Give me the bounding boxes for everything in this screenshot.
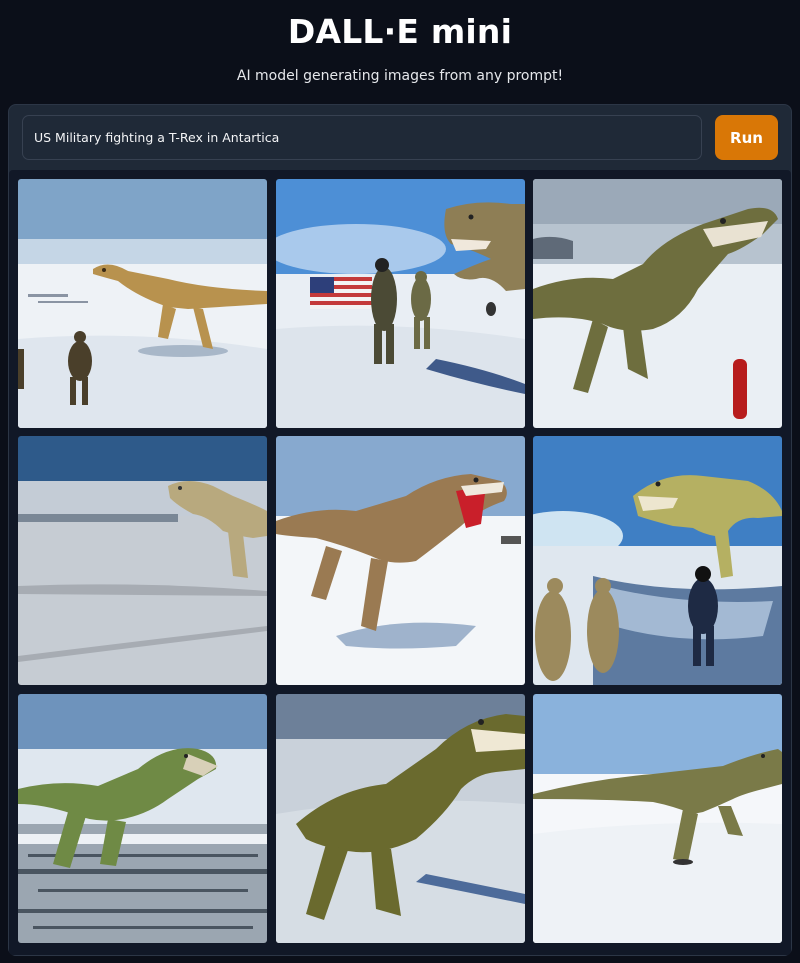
app-title: DALL·E mini [287,12,513,51]
app-subtitle: AI model generating images from any prom… [236,68,564,84]
generated-image-4[interactable] [18,436,267,685]
prompt-input[interactable] [22,115,702,160]
generated-image-2[interactable] [276,179,525,428]
generated-image-7[interactable] [18,694,267,943]
generated-image-5[interactable] [276,436,525,685]
generated-image-8[interactable] [276,694,525,943]
generated-image-1[interactable] [18,179,267,428]
generated-image-6[interactable] [533,436,782,685]
run-button[interactable]: Run [715,115,778,160]
image-gallery [9,170,791,955]
generated-image-3[interactable] [533,179,782,428]
generated-image-9[interactable] [533,694,782,943]
